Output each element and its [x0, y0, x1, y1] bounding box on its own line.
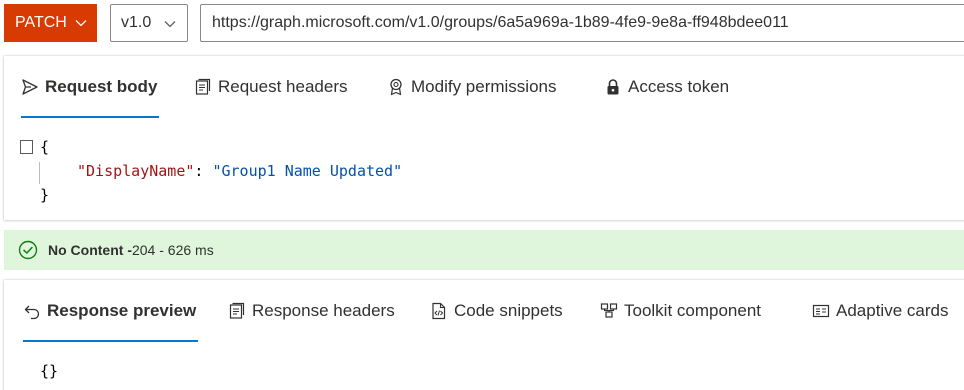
json-colon: :	[194, 162, 213, 180]
tab-label: Response preview	[47, 301, 197, 320]
lock-icon	[607, 79, 619, 95]
status-title: No Content -	[48, 242, 132, 258]
chevron-down-icon	[164, 21, 176, 28]
tab-label: Modify permissions	[411, 77, 557, 96]
tab-label: Code snippets	[454, 301, 563, 320]
chevron-down-icon	[75, 20, 87, 27]
tab-request-body[interactable]: Request body	[21, 56, 160, 118]
certificate-icon	[390, 78, 402, 96]
response-body-viewer: {}	[40, 362, 59, 380]
code-line-open: {	[40, 138, 50, 156]
fold-toggle[interactable]	[20, 140, 33, 154]
tab-label: Access token	[628, 77, 730, 96]
tab-label: Request body	[45, 77, 158, 96]
response-tabs: Response preview Response headers Code s…	[4, 280, 964, 344]
tab-label: Adaptive cards	[836, 301, 949, 320]
response-panel: Response preview Response headers Code s…	[4, 280, 964, 390]
tab-code-snippets[interactable]: Code snippets	[430, 280, 563, 342]
code-line-close: }	[40, 186, 50, 204]
status-message-bar: No Content - 204 - 626 ms	[4, 230, 964, 270]
request-tabs: Request body Request headers Modify perm…	[4, 56, 964, 120]
tab-label: Toolkit component	[624, 301, 762, 320]
undo-arrow-icon	[24, 305, 40, 320]
tab-label: Response headers	[252, 301, 395, 320]
version-label: v1.0	[121, 14, 152, 31]
tab-response-headers[interactable]: Response headers	[228, 280, 395, 342]
code-file-icon	[432, 302, 446, 320]
indent-guide	[39, 162, 40, 184]
json-key: "DisplayName"	[77, 162, 195, 180]
send-icon	[22, 79, 38, 95]
tab-modify-permissions[interactable]: Modify permissions	[387, 56, 557, 118]
tab-response-preview[interactable]: Response preview	[23, 280, 199, 342]
document-icon	[195, 78, 211, 95]
status-detail: 204 - 626 ms	[131, 242, 214, 258]
tab-label: Request headers	[218, 77, 348, 96]
tab-adaptive-cards[interactable]: Adaptive cards	[812, 280, 948, 342]
document-icon	[229, 302, 245, 319]
url-input[interactable]	[200, 4, 964, 42]
toolkit-icon	[600, 303, 618, 318]
check-circle-icon	[18, 240, 38, 260]
json-value: "Group1 Name Updated"	[212, 162, 403, 180]
request-panel: Request body Request headers Modify perm…	[4, 56, 964, 220]
code-line-property: "DisplayName": "Group1 Name Updated"	[77, 162, 402, 180]
card-icon	[812, 304, 830, 318]
version-dropdown[interactable]: v1.0	[110, 4, 188, 42]
query-bar: PATCH v1.0	[0, 0, 964, 50]
tab-access-token[interactable]: Access token	[604, 56, 729, 118]
http-method-dropdown[interactable]: PATCH	[4, 4, 97, 42]
tab-request-headers[interactable]: Request headers	[194, 56, 347, 118]
tab-toolkit-component[interactable]: Toolkit component	[600, 280, 761, 342]
http-method-label: PATCH	[15, 14, 67, 31]
